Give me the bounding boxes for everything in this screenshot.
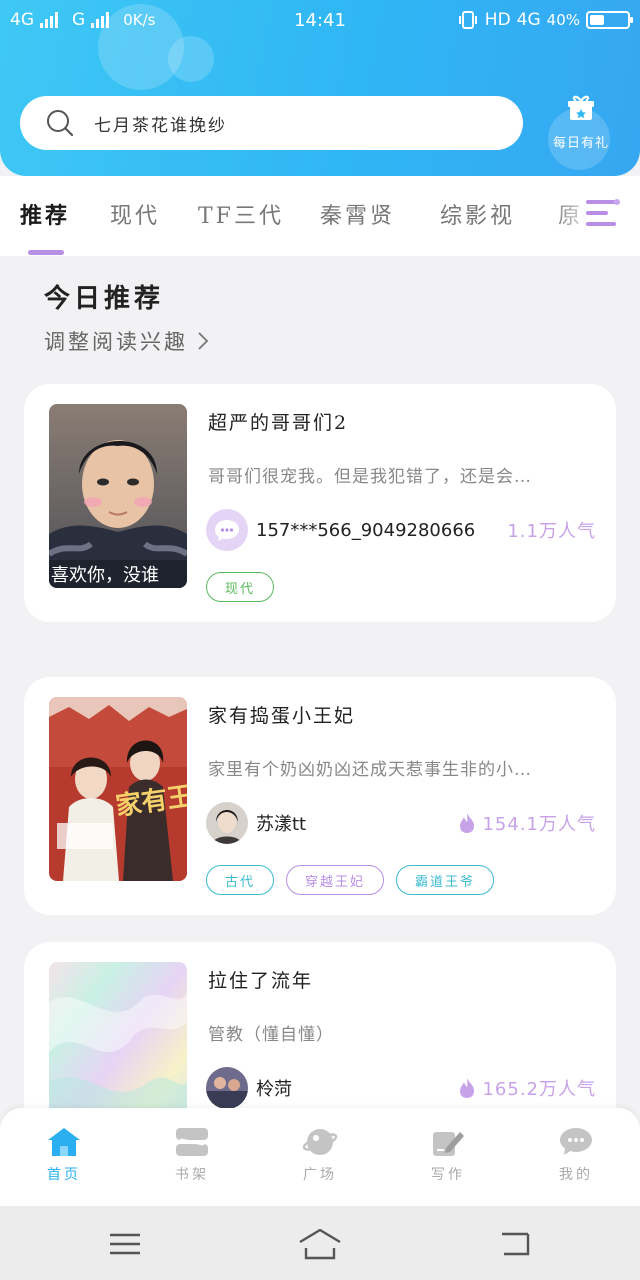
- category-tabs: 推荐 现代 TF三代 秦霄贤 综影视 原: [0, 176, 640, 256]
- book-title: 拉住了流年: [208, 970, 314, 992]
- bottom-navigation: 首页 书架 广场 写作 我的: [0, 1108, 640, 1206]
- battery-percent: 40%: [546, 11, 580, 29]
- tag-badge[interactable]: 穿越王妃: [286, 865, 385, 895]
- pen-icon: [433, 1132, 464, 1156]
- tab-active-indicator: [28, 250, 64, 255]
- bookshelf-icon: [176, 1128, 208, 1156]
- search-bar[interactable]: 七月茶花谁挽纱: [20, 96, 523, 150]
- tab-qin-xiaoxian[interactable]: 秦霄贤: [320, 198, 395, 230]
- menu-icon[interactable]: [108, 1232, 142, 1256]
- nav-label: 我的: [559, 1167, 593, 1183]
- avatar[interactable]: [206, 509, 248, 551]
- chat-bubble-icon: [560, 1128, 592, 1155]
- cover-caption: 喜欢你，没谁: [51, 565, 159, 586]
- tag-badge[interactable]: 霸道王爷: [396, 865, 495, 895]
- book-card[interactable]: 家有王妃 家有捣蛋小王妃 家里有个奶凶奶凶还成天惹事生非的小… 苏漾tt 154…: [24, 677, 616, 915]
- tag-badge[interactable]: 古代: [206, 865, 275, 895]
- author-row: 157***566_9049280666 1.1万人气: [206, 508, 596, 552]
- popularity-count: 1.1万人气: [507, 521, 596, 542]
- adjust-interest-label: 调整阅读兴趣: [44, 330, 188, 354]
- nav-label: 首页: [47, 1167, 81, 1183]
- tag-badge[interactable]: 现代: [206, 572, 275, 602]
- author-row: 苏漾tt 154.1万人气: [206, 801, 596, 845]
- back-icon[interactable]: [498, 1230, 532, 1258]
- nav-square[interactable]: 广场: [256, 1108, 384, 1206]
- status-bar: 4G G 0K/s 14:41 HD 4G 40%: [0, 0, 640, 44]
- network-label: 4G: [516, 10, 541, 30]
- daily-gift-button[interactable]: 每日有礼: [540, 94, 622, 151]
- hd-label: HD: [484, 10, 511, 30]
- planet-icon: [302, 1129, 338, 1155]
- chat-bubble-icon: [215, 520, 239, 541]
- popularity-label: 154.1万人气: [482, 814, 596, 835]
- book-title: 超严的哥哥们2: [208, 412, 349, 434]
- adjust-interest-link[interactable]: 调整阅读兴趣: [44, 326, 210, 356]
- header: 4G G 0K/s 14:41 HD 4G 40% 七月茶花谁挽纱 每日有礼: [0, 0, 640, 176]
- nav-home[interactable]: 首页: [0, 1108, 128, 1206]
- chevron-right-icon: [198, 332, 209, 350]
- book-cover: 家有王妃: [49, 697, 187, 881]
- author-name[interactable]: 苏漾tt: [256, 810, 306, 836]
- battery-icon: [586, 11, 633, 29]
- tag-list: 现代: [206, 572, 275, 602]
- book-description: 家里有个奶凶奶凶还成天惹事生非的小…: [208, 760, 532, 780]
- nav-profile[interactable]: 我的: [512, 1108, 640, 1206]
- tab-recommend[interactable]: 推荐: [20, 198, 70, 230]
- author-row: 柃菏 165.2万人气: [206, 1066, 596, 1110]
- book-card[interactable]: 喜欢你，没谁 超严的哥哥们2 哥哥们很宠我。但是我犯错了，还是会… 157***…: [24, 384, 616, 622]
- book-description: 管教（懂自懂）: [208, 1025, 334, 1045]
- tab-tf-third-gen[interactable]: TF三代: [198, 198, 284, 230]
- nav-write[interactable]: 写作: [384, 1108, 512, 1206]
- system-navigation-bar: [0, 1206, 640, 1280]
- nav-label: 广场: [303, 1167, 337, 1183]
- flame-icon: [460, 813, 475, 833]
- daily-gift-label: 每日有礼: [552, 136, 609, 151]
- author-name[interactable]: 157***566_9049280666: [256, 520, 475, 541]
- tab-modern[interactable]: 现代: [110, 198, 160, 230]
- search-icon: [47, 110, 74, 137]
- home-icon[interactable]: [298, 1228, 342, 1260]
- search-placeholder: 七月茶花谁挽纱: [94, 115, 227, 136]
- avatar[interactable]: [206, 802, 248, 844]
- book-description: 哥哥们很宠我。但是我犯错了，还是会…: [208, 467, 532, 487]
- popularity-count: 154.1万人气: [458, 810, 596, 836]
- avatar[interactable]: [206, 1067, 248, 1109]
- tag-list: 古代 穿越王妃 霸道王爷: [206, 865, 495, 895]
- section-title: 今日推荐: [44, 284, 165, 314]
- nav-label: 书架: [175, 1167, 209, 1183]
- menu-icon[interactable]: [586, 196, 620, 230]
- flame-icon: [460, 1078, 475, 1098]
- vibrate-icon: [458, 11, 477, 29]
- tab-film-tv[interactable]: 综影视: [440, 198, 515, 230]
- book-cover: 喜欢你，没谁: [49, 404, 187, 588]
- author-name[interactable]: 柃菏: [256, 1075, 292, 1101]
- popularity-label: 165.2万人气: [482, 1079, 596, 1100]
- nav-bookshelf[interactable]: 书架: [128, 1108, 256, 1206]
- home-icon: [48, 1128, 80, 1156]
- popularity-count: 165.2万人气: [458, 1075, 596, 1101]
- gift-icon: [568, 95, 594, 120]
- book-title: 家有捣蛋小王妃: [208, 705, 356, 727]
- nav-label: 写作: [431, 1167, 465, 1183]
